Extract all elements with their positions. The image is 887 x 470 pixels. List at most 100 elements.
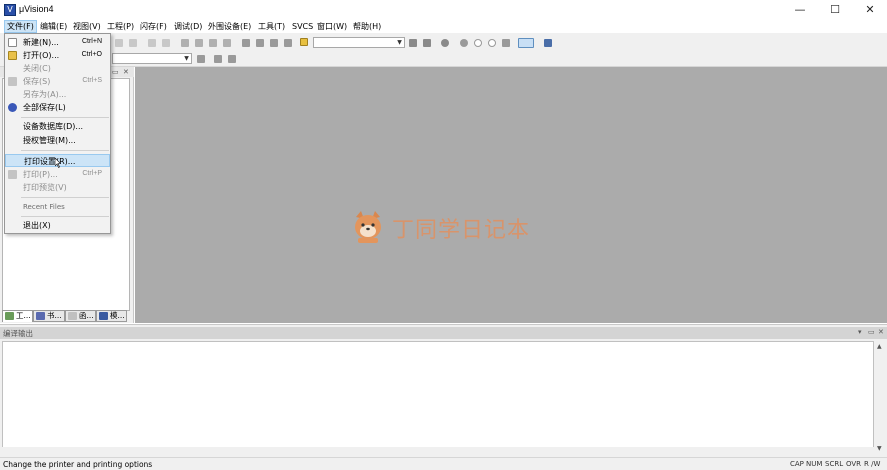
maximize-button[interactable]: ☐ (818, 0, 852, 20)
open-folder-icon (8, 51, 17, 60)
templates-icon (99, 312, 108, 320)
books-icon (36, 312, 45, 320)
find-combo[interactable]: ▼ (313, 37, 405, 48)
unindent-icon[interactable] (256, 39, 264, 47)
nav-forward-icon[interactable] (162, 39, 170, 47)
menu-item-label: 设备数据库(D)... (23, 122, 84, 131)
menu-svcs[interactable]: SVCS (290, 20, 315, 33)
start-debug-icon[interactable] (460, 39, 468, 47)
manage-components-icon[interactable] (214, 55, 222, 63)
save-all-icon (8, 103, 17, 112)
menu-item-save-as[interactable]: 另存为(A)... (5, 88, 110, 101)
close-icon[interactable]: ✕ (123, 68, 129, 76)
menu-item-device-database[interactable]: 设备数据库(D)... (5, 120, 110, 133)
menu-debug[interactable]: 调试(D) (172, 20, 204, 33)
output-horizontal-scrollbar[interactable] (2, 447, 874, 456)
menu-item-save-all[interactable]: 全部保存(L) (5, 101, 110, 114)
bookmark-icon[interactable] (181, 39, 189, 47)
find-icon[interactable] (409, 39, 417, 47)
status-num: NUM (806, 460, 823, 468)
indent-icon[interactable] (242, 39, 250, 47)
close-icon[interactable]: ✕ (878, 328, 884, 336)
menu-view[interactable]: 视图(V) (71, 20, 103, 33)
menu-flash[interactable]: 闪存(F) (138, 20, 169, 33)
menu-item-label: 保存(S) (23, 77, 51, 86)
menu-item-shortcut: Ctrl+S (82, 77, 102, 84)
menu-separator (21, 117, 109, 118)
menu-item-license-management[interactable]: 授权管理(M)... (5, 134, 110, 147)
incremental-find-icon[interactable] (423, 39, 431, 47)
menu-project[interactable]: 工程(P) (105, 20, 136, 33)
window-layout-icon[interactable] (518, 38, 534, 48)
menu-item-label: 打印(P)... (23, 170, 58, 179)
output-text-area[interactable] (2, 341, 874, 456)
status-cap: CAP (790, 460, 804, 468)
menu-item-label: 退出(X) (23, 221, 51, 230)
menu-file[interactable]: 文件(F) (4, 20, 37, 33)
breakpoint-icon[interactable] (474, 39, 482, 47)
close-button[interactable]: ✕ (853, 0, 887, 20)
recent-files-label: Recent Files (23, 203, 65, 211)
menu-item-label: 打印预览(V) (23, 183, 67, 192)
menu-peripherals[interactable]: 外围设备(E) (206, 20, 253, 33)
tab-project[interactable]: 工... (2, 310, 33, 322)
menu-item-print[interactable]: 打印(P)... Ctrl+P (5, 168, 110, 181)
breakpoint-disable-icon[interactable] (488, 39, 496, 47)
tab-functions[interactable]: 函... (65, 310, 96, 322)
kill-breakpoints-icon[interactable] (502, 39, 510, 47)
scroll-up-icon[interactable]: ▲ (877, 343, 882, 350)
output-vertical-scrollbar[interactable]: ▲ ▼ (875, 341, 886, 456)
menu-edit[interactable]: 编辑(E) (38, 20, 69, 33)
output-panel-title: 编译输出 (3, 329, 33, 338)
menu-item-open[interactable]: 打开(O)... Ctrl+O (5, 49, 110, 62)
menu-item-close[interactable]: 关闭(C) (5, 62, 110, 75)
minimize-button[interactable]: — (783, 0, 817, 20)
print-icon (8, 170, 17, 179)
menu-item-print-preview[interactable]: 打印预览(V) (5, 181, 110, 194)
target-combo[interactable]: ▼ (112, 53, 192, 64)
menu-item-exit[interactable]: 退出(X) (5, 219, 110, 232)
menu-item-label: 全部保存(L) (23, 103, 66, 112)
toolbar-area: ▼ ▼ (0, 33, 887, 67)
menu-window[interactable]: 窗口(W) (315, 20, 349, 33)
menu-item-new[interactable]: 新建(N)... Ctrl+N (5, 36, 110, 49)
tab-books-label: 书... (47, 311, 62, 320)
project-icon (5, 312, 14, 320)
menu-item-label: 授权管理(M)... (23, 136, 76, 145)
tab-functions-label: 函... (79, 311, 94, 320)
pin-icon[interactable]: ▭ (112, 68, 119, 76)
menu-help[interactable]: 帮助(H) (351, 20, 383, 33)
editor-area[interactable]: 丁同学日记本 (135, 67, 887, 323)
app-icon: V (4, 4, 16, 16)
find-in-files-icon[interactable] (300, 38, 308, 46)
pin-icon[interactable]: ▭ (868, 328, 875, 336)
mouse-cursor-icon (55, 158, 61, 168)
chevron-down-icon[interactable]: ▼ (182, 54, 191, 63)
redo-icon[interactable] (129, 39, 137, 47)
watermark-text: 丁同学日记本 (392, 218, 531, 243)
menu-item-label: 打印设置(R)... (24, 157, 76, 166)
scroll-down-icon[interactable]: ▼ (877, 445, 882, 452)
menu-item-label: 新建(N)... (23, 38, 59, 47)
chevron-down-icon[interactable]: ▼ (395, 38, 404, 47)
menu-separator (21, 216, 109, 217)
select-packs-icon[interactable] (228, 55, 236, 63)
bookmark-clear-icon[interactable] (223, 39, 231, 47)
tab-templates[interactable]: 模... (96, 310, 127, 322)
undo-icon[interactable] (115, 39, 123, 47)
status-rw: R /W (864, 460, 881, 468)
dropdown-icon[interactable]: ▾ (858, 328, 862, 336)
bookmark-prev-icon[interactable] (195, 39, 203, 47)
tab-books[interactable]: 书... (33, 310, 65, 322)
nav-back-icon[interactable] (148, 39, 156, 47)
menu-item-save[interactable]: 保存(S) Ctrl+S (5, 75, 110, 88)
menu-tools[interactable]: 工具(T) (256, 20, 287, 33)
configure-icon[interactable] (544, 39, 552, 47)
target-options-icon[interactable] (197, 55, 205, 63)
zoom-icon[interactable] (441, 39, 449, 47)
uncomment-icon[interactable] (284, 39, 292, 47)
bookmark-next-icon[interactable] (209, 39, 217, 47)
window-title: μVision4 (19, 4, 54, 14)
status-ovr: OVR (846, 460, 862, 468)
comment-icon[interactable] (270, 39, 278, 47)
